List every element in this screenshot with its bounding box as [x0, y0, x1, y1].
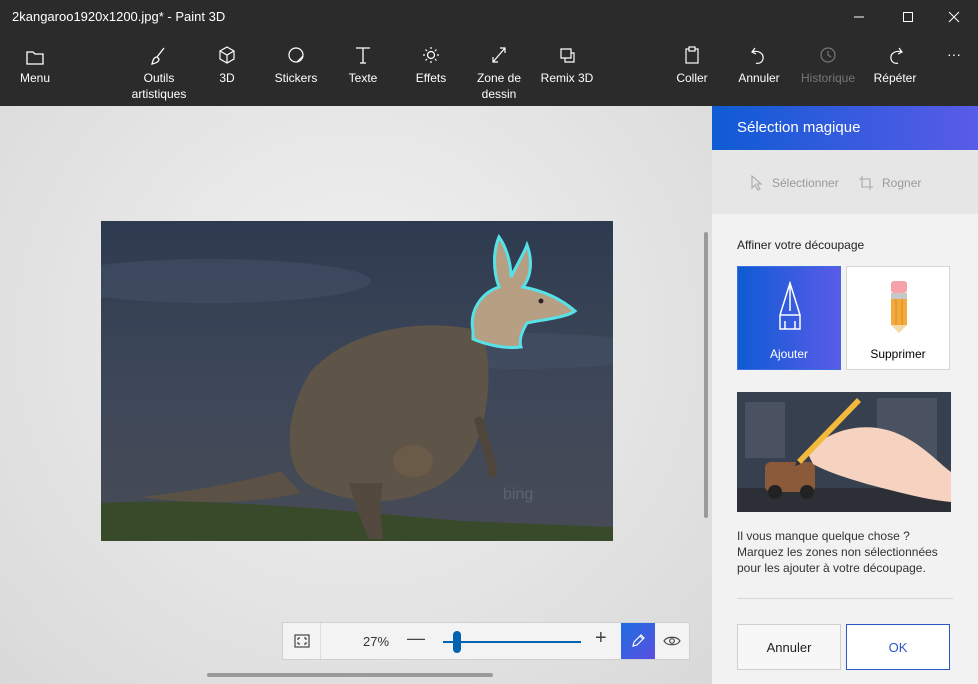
history-label: Historique [800, 71, 856, 85]
tool-label: Outils [143, 71, 175, 85]
more-button[interactable]: ··· [940, 46, 968, 62]
tool-stickers[interactable]: Stickers [270, 44, 322, 86]
tool-label: Stickers [274, 71, 318, 85]
zoom-bar: 27% — + [282, 622, 690, 660]
ok-button[interactable]: OK [846, 624, 950, 670]
fit-to-screen-button[interactable] [283, 623, 321, 659]
sticker-icon [288, 47, 304, 63]
horizontal-scrollbar[interactable] [207, 673, 493, 677]
tool-label-2: artistiques [131, 87, 187, 101]
remove-mode-button[interactable]: Supprimer [846, 266, 950, 370]
pencil-icon [632, 634, 645, 647]
cursor-icon [751, 175, 763, 191]
paste-label: Coller [676, 71, 708, 85]
zoom-percent: 27% [363, 634, 390, 649]
minimize-icon [854, 16, 864, 18]
select-button[interactable]: Sélectionner [750, 175, 839, 191]
tool-3d[interactable]: 3D [207, 44, 247, 86]
folder-icon [26, 51, 44, 65]
crop-icon [859, 176, 873, 190]
help-line-1: Il vous manque quelque chose ? [737, 529, 910, 543]
help-text: Il vous manque quelque chose ? Marquez l… [737, 528, 959, 576]
tool-text[interactable]: Texte [343, 44, 383, 86]
panel-divider [737, 598, 953, 599]
tool-label: Effets [415, 71, 447, 85]
crop-label: Rogner [882, 176, 922, 190]
cube-icon [219, 46, 235, 64]
tool-canvas[interactable]: Zone de dessin [472, 44, 526, 102]
help-line-2: Marquez les zones non sélectionnées [737, 545, 938, 559]
history-button[interactable]: Historique [798, 44, 858, 86]
bing-watermark: bing [503, 486, 533, 503]
toolbar: Menu Outils artistiques 3D Stickers Text… [0, 34, 978, 106]
tutorial-illustration [737, 392, 951, 512]
tool-label-2: dessin [481, 87, 517, 101]
tool-label: Zone de [476, 71, 522, 85]
brush-icon [151, 47, 165, 65]
zoom-out-button[interactable]: — [407, 628, 425, 649]
tool-label: 3D [219, 71, 235, 85]
select-label: Sélectionner [772, 176, 839, 190]
eraser-icon [891, 281, 907, 333]
vertical-scrollbar[interactable] [704, 232, 708, 518]
tool-art-tools[interactable]: Outils artistiques [124, 44, 194, 102]
panel-title: Sélection magique [737, 119, 861, 136]
add-label: Ajouter [769, 347, 809, 361]
more-icon: ··· [947, 46, 961, 62]
crop-button[interactable]: Rogner [858, 175, 921, 191]
minimize-button[interactable] [836, 0, 882, 34]
canvas-area[interactable]: bing 27% — + [0, 106, 712, 684]
view-button[interactable] [655, 623, 689, 659]
tool-effects[interactable]: Effets [411, 44, 451, 86]
paste-button[interactable]: Coller [671, 44, 713, 86]
pen-mode-button[interactable] [621, 623, 655, 659]
history-icon [820, 47, 836, 63]
window-title: 2kangaroo1920x1200.jpg* - Paint 3D [12, 9, 226, 24]
zoom-slider-track[interactable] [443, 641, 581, 643]
hand-drawing-illustration [737, 392, 951, 512]
text-icon [356, 47, 370, 64]
remove-label: Supprimer [870, 347, 926, 361]
remix-icon [560, 48, 575, 63]
magic-select-panel: Sélection magique Sélectionner Rogner Af… [712, 106, 978, 684]
help-line-3: pour les ajouter à votre découpage. [737, 561, 926, 575]
add-mode-button[interactable]: Ajouter [737, 266, 841, 370]
maximize-button[interactable] [885, 0, 931, 34]
kangaroo-photo[interactable]: bing [101, 221, 613, 541]
tool-label: Remix 3D [540, 71, 594, 85]
tool-label: Texte [348, 71, 378, 85]
sun-icon [423, 47, 439, 63]
menu-button[interactable]: Menu [14, 44, 56, 86]
undo-label: Annuler [738, 71, 780, 85]
canvas-icon [492, 47, 506, 63]
cancel-button[interactable]: Annuler [737, 624, 841, 670]
maximize-icon [903, 12, 913, 22]
close-button[interactable] [931, 0, 977, 34]
zoom-in-button[interactable]: + [595, 627, 607, 650]
redo-button[interactable]: Répéter [871, 44, 919, 86]
panel-header: Sélection magique [712, 106, 978, 150]
undo-button[interactable]: Annuler [734, 44, 784, 86]
kangaroo-image: bing [101, 221, 613, 541]
pen-nib-icon [779, 281, 801, 330]
refine-label: Affiner votre découpage [737, 238, 865, 252]
menu-label: Menu [19, 71, 51, 85]
redo-icon [890, 47, 903, 64]
close-icon [948, 11, 960, 23]
fit-screen-icon [293, 634, 310, 648]
selection-tools: Sélectionner Rogner [712, 150, 978, 214]
title-bar: 2kangaroo1920x1200.jpg* - Paint 3D [0, 0, 978, 34]
clipboard-icon [685, 46, 699, 64]
tool-remix3d[interactable]: Remix 3D [538, 44, 596, 86]
zoom-slider-thumb[interactable] [453, 631, 461, 653]
eye-icon [663, 636, 681, 646]
undo-icon [751, 47, 764, 64]
redo-label: Répéter [873, 71, 917, 85]
